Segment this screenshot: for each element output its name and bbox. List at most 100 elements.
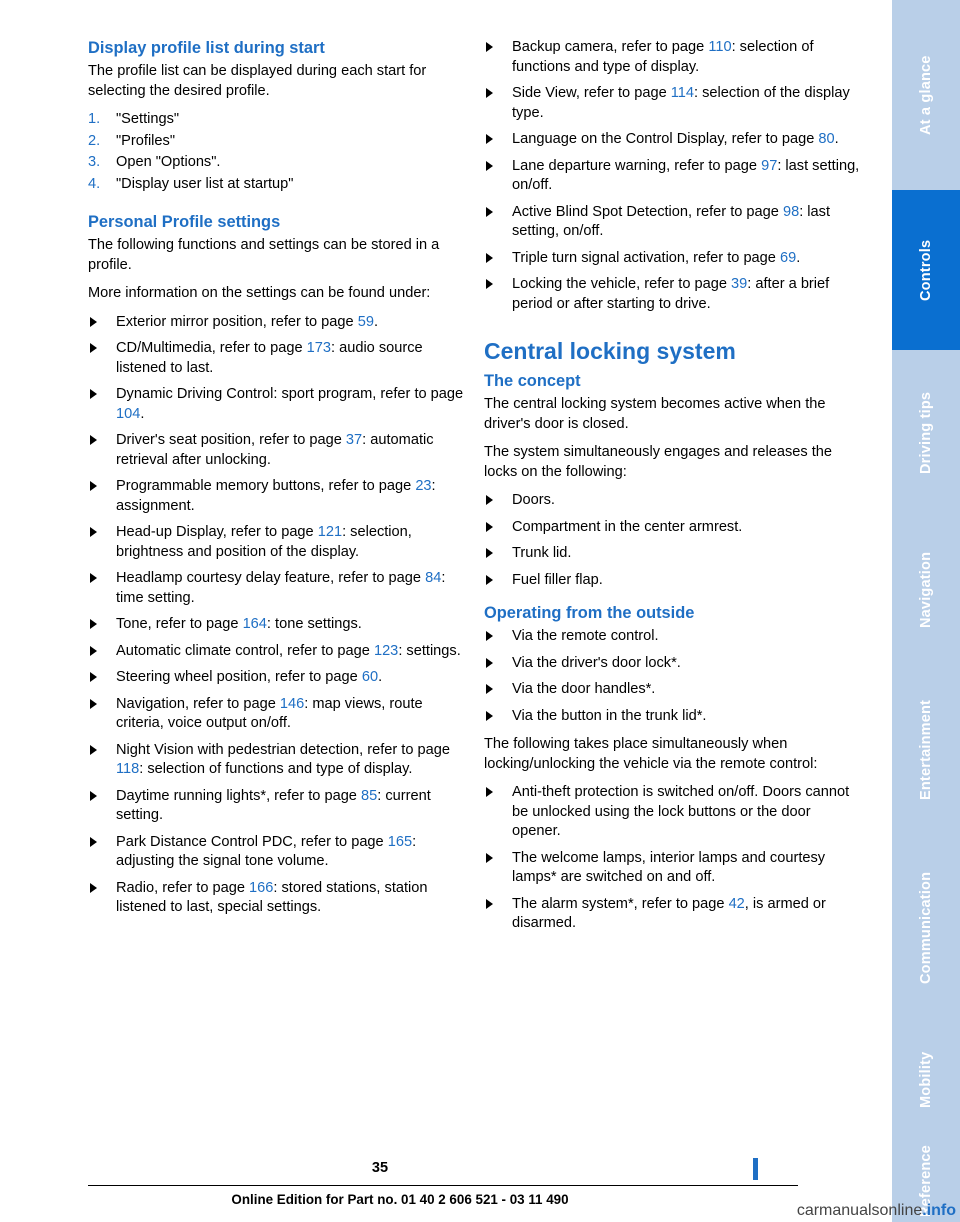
- page-reference-link[interactable]: 84: [425, 570, 441, 586]
- heading-display-profile-list: Display profile list during start: [88, 39, 325, 57]
- paragraph-simultaneous-actions: The following takes place simultaneously…: [484, 736, 818, 772]
- bullet-text: Tone, refer to page: [116, 616, 243, 632]
- triangle-bullet-icon: [90, 672, 97, 682]
- bullet-text: Driver's seat position, refer to page: [116, 432, 346, 448]
- triangle-bullet-icon: [90, 343, 97, 353]
- triangle-bullet-icon: [486, 657, 493, 668]
- settings-bullet-item: Active Blind Spot Detection, refer to pa…: [484, 203, 860, 242]
- bullet-text: Headlamp courtesy delay feature, refer t…: [116, 570, 426, 586]
- right-text-column: Backup camera, refer to page 110: select…: [484, 38, 860, 943]
- page-reference-link[interactable]: 69: [780, 250, 796, 266]
- bullet-text: Anti-theft protection is switched on/off…: [512, 784, 850, 839]
- triangle-bullet-icon: [90, 645, 97, 656]
- page-reference-link[interactable]: 80: [818, 131, 834, 147]
- rail-tab-navigation[interactable]: Navigation: [892, 515, 960, 665]
- bullet-text: Dynamic Driving Control: sport program, …: [116, 386, 464, 402]
- triangle-bullet-icon: [486, 574, 493, 585]
- triangle-bullet-icon: [90, 316, 97, 327]
- page-reference-link[interactable]: 23: [415, 478, 431, 494]
- bullet-text: Navigation, refer to page: [116, 695, 280, 712]
- bullet-text: : tone settings.: [266, 616, 362, 632]
- numbered-steps-list: 1. "Settings" 2. "Profiles" 3. Open "Options"…: [88, 110, 464, 194]
- page-reference-link[interactable]: 164: [243, 616, 267, 632]
- step-text: "Settings": [116, 111, 180, 127]
- operating-bullet-item: Via the button in the trunk lid*.: [484, 707, 860, 727]
- triangle-bullet-icon: [486, 548, 493, 558]
- page-number: 35: [371, 1160, 389, 1176]
- settings-bullet-item: Locking the vehicle, refer to page 39: a…: [484, 275, 860, 314]
- triangle-bullet-icon: [90, 882, 97, 893]
- bullet-text: Via the driver's door lock*.: [512, 654, 681, 671]
- settings-bullet-item: Daytime running lights*, refer to page 8…: [88, 787, 464, 826]
- bullet-text: Daytime running lights*, refer to page: [116, 787, 361, 804]
- step-text: "Display user list at startup": [116, 175, 294, 192]
- paragraph-more-information: More information on the settings can be …: [88, 285, 431, 301]
- rail-tab-controls[interactable]: Controls: [892, 190, 960, 350]
- triangle-bullet-icon: [90, 698, 97, 709]
- numbered-step: 3. Open "Options".: [88, 153, 464, 173]
- rail-tab-driving-tips[interactable]: Driving tips: [892, 350, 960, 515]
- page-reference-link[interactable]: 37: [346, 432, 362, 448]
- page-reference-link[interactable]: 121: [318, 524, 342, 540]
- page-reference-link[interactable]: 97: [761, 158, 777, 174]
- triangle-bullet-icon: [486, 42, 493, 52]
- step-text: "Profiles": [116, 132, 176, 149]
- page-reference-link[interactable]: 98: [783, 204, 799, 220]
- bullet-text: : settings.: [398, 642, 461, 659]
- heading-the-concept: The concept: [484, 372, 581, 390]
- page-reference-link[interactable]: 165: [388, 834, 412, 850]
- rail-tab-mobility[interactable]: Mobility: [892, 1020, 960, 1140]
- page-reference-link[interactable]: 114: [671, 85, 694, 101]
- rail-tab-label: Communication: [918, 871, 934, 984]
- bullet-text: : selection of functions and type of dis…: [139, 761, 413, 777]
- bullet-text: Head-up Display, refer to page: [116, 524, 318, 540]
- heading-central-locking-system: Central locking system: [484, 338, 736, 364]
- paragraph-locks-released: The system simultaneously engages and re…: [484, 444, 833, 480]
- page-reference-link[interactable]: 110: [708, 39, 731, 55]
- rail-tab-at-a-glance[interactable]: At a glance: [892, 0, 960, 190]
- bullet-text: Fuel filler flap.: [512, 571, 603, 588]
- triangle-bullet-icon: [90, 744, 97, 755]
- triangle-bullet-icon: [90, 481, 97, 491]
- triangle-bullet-icon: [486, 852, 493, 863]
- page-reference-link[interactable]: 166: [249, 880, 273, 896]
- rail-tab-entertainment[interactable]: Entertainment: [892, 665, 960, 835]
- numbered-step: 2. "Profiles": [88, 132, 464, 152]
- locks-bullet-item: Fuel filler flap.: [484, 571, 860, 591]
- rail-tab-communication[interactable]: Communication: [892, 835, 960, 1020]
- page-reference-link[interactable]: 118: [116, 761, 139, 777]
- page-reference-link[interactable]: 42: [729, 896, 745, 912]
- bullet-text: Triple turn signal activation, refer to …: [512, 249, 780, 266]
- paragraph-profile-list: The profile list can be displayed during…: [88, 63, 427, 99]
- page-reference-link[interactable]: 146: [280, 696, 304, 712]
- page-reference-link[interactable]: 104: [116, 406, 140, 422]
- triangle-bullet-icon: [486, 495, 493, 505]
- triangle-bullet-icon: [90, 527, 97, 537]
- page-reference-link[interactable]: 85: [361, 788, 377, 804]
- page-reference-link[interactable]: 173: [307, 340, 331, 356]
- rail-tab-label: Mobility: [918, 1051, 934, 1109]
- settings-bullet-item: Steering wheel position, refer to page 6…: [88, 668, 464, 688]
- bullet-text: CD/Multimedia, refer to page: [116, 340, 307, 356]
- triangle-bullet-icon: [486, 631, 493, 641]
- operating-bullet-item: Via the driver's door lock*.: [484, 654, 860, 674]
- bullet-text: .: [140, 405, 145, 422]
- settings-bullet-item: Triple turn signal activation, refer to …: [484, 249, 860, 269]
- page-reference-link[interactable]: 123: [374, 643, 398, 659]
- bullet-text: Park Distance Control PDC, refer to page: [116, 833, 388, 850]
- bullet-text: The welcome lamps, interior lamps and co…: [512, 849, 826, 886]
- watermark-main: carmanualsonline: [796, 1202, 923, 1219]
- rail-tab-label: At a glance: [918, 55, 934, 135]
- locks-bullet-list: Doors. Compartment in the center armrest.…: [484, 491, 860, 590]
- triangle-bullet-icon: [486, 898, 493, 909]
- bullet-text: Via the remote control.: [512, 628, 659, 644]
- triangle-bullet-icon: [90, 619, 97, 629]
- left-text-column: Display profile list during start The pr…: [88, 38, 464, 927]
- page-reference-link[interactable]: 59: [358, 314, 374, 330]
- page-reference-link[interactable]: 39: [731, 276, 747, 292]
- triangle-bullet-icon: [90, 435, 97, 445]
- bullet-text: Language on the Control Display, refer t…: [512, 131, 819, 147]
- settings-bullet-item: Headlamp courtesy delay feature, refer t…: [88, 569, 464, 608]
- paragraph-functions-stored: The following functions and settings can…: [88, 237, 440, 273]
- page-reference-link[interactable]: 60: [362, 669, 378, 685]
